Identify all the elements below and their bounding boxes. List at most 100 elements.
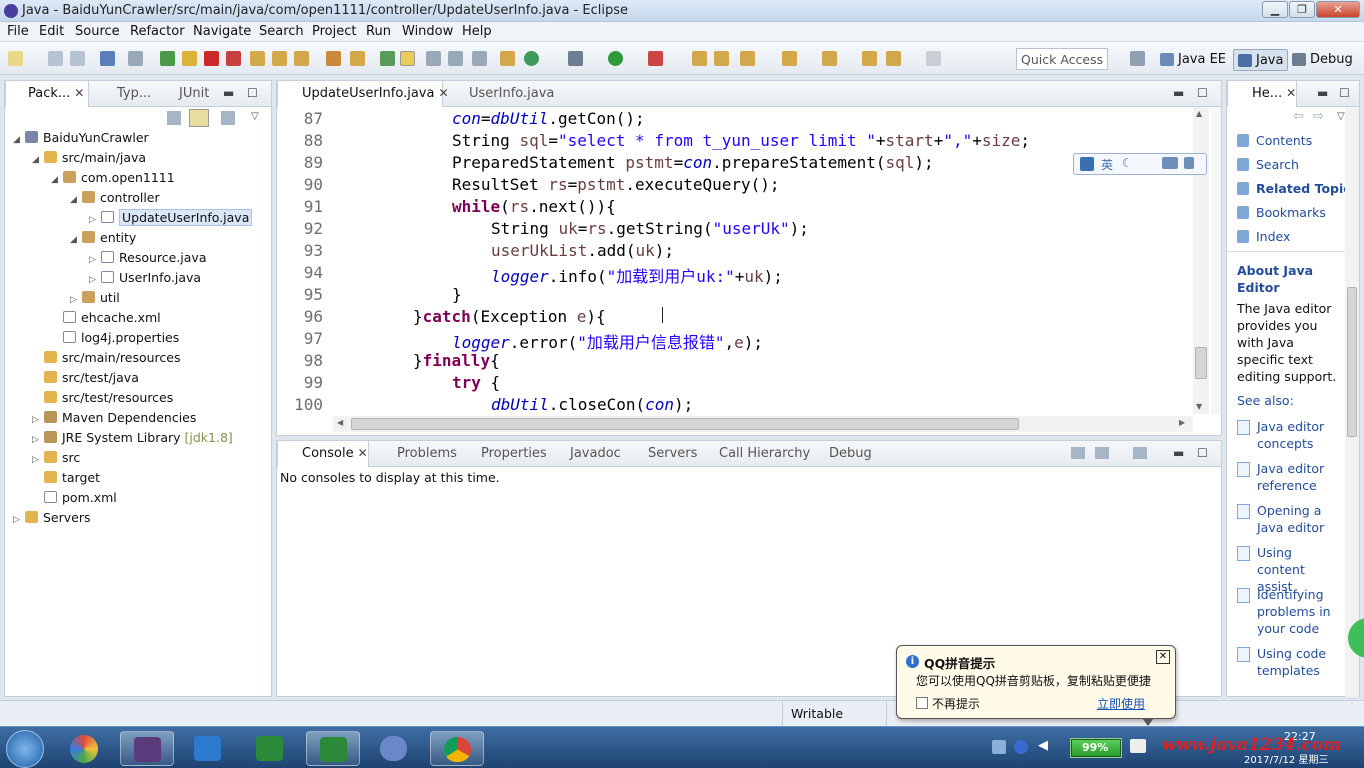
code-line[interactable]: logger.info("加载到用户uk:"+uk);	[491, 263, 783, 287]
expanded-arrow-icon[interactable]: ◢	[70, 191, 82, 209]
open-file-icon[interactable]	[714, 51, 729, 66]
next-annotation-icon[interactable]	[782, 51, 797, 66]
help-topic[interactable]: Opening a Java editor	[1237, 502, 1337, 536]
perspective-java[interactable]: Java	[1233, 49, 1289, 71]
tree-item[interactable]: ▷ util	[70, 289, 120, 307]
code-view[interactable]: 87 con=dbUtil.getCon(); 88 String sql="sele…	[277, 107, 1193, 414]
open-folder-icon[interactable]	[692, 51, 707, 66]
taskbar-app-camtasia[interactable]	[244, 731, 296, 766]
use-now-link[interactable]: 立即使用	[1097, 695, 1145, 712]
expanded-arrow-icon[interactable]: ◢	[51, 171, 63, 189]
highlight-icon[interactable]	[400, 51, 415, 66]
no-remind-checkbox[interactable]	[916, 697, 928, 709]
taskbar-app-chrome[interactable]	[430, 731, 484, 766]
expanded-arrow-icon[interactable]: ◢	[32, 151, 44, 169]
step-into-icon[interactable]	[250, 51, 265, 66]
taskbar-app-camtasia-recorder[interactable]	[306, 731, 360, 766]
maximize-button[interactable]: ❐	[1289, 1, 1315, 18]
tree-item[interactable]: src/main/resources	[32, 349, 180, 367]
suspend-icon[interactable]	[182, 51, 197, 66]
menu-project[interactable]: Project	[312, 24, 356, 39]
new-class-icon[interactable]	[524, 51, 539, 66]
last-edit-icon[interactable]	[862, 51, 877, 66]
run-icon[interactable]	[608, 51, 623, 66]
collapsed-arrow-icon[interactable]: ▷	[70, 291, 82, 309]
taskbar-app-paint[interactable]	[58, 731, 110, 766]
disconnect-icon[interactable]	[226, 51, 241, 66]
code-line[interactable]: String uk=rs.getString("userUk");	[491, 219, 809, 238]
tab-console[interactable]: Console ✕	[277, 441, 369, 467]
tree-item[interactable]: ▷ src	[32, 449, 80, 467]
help-link-contents[interactable]: Contents	[1237, 133, 1312, 148]
code-line[interactable]: ResultSet rs=pstmt.executeQuery();	[452, 175, 780, 194]
tree-item[interactable]: ◢ BaiduYunCrawler	[13, 129, 149, 147]
tab-userinfo[interactable]: UserInfo.java	[449, 81, 554, 107]
tree-item[interactable]: ▷ Resource.java	[89, 249, 207, 267]
collapsed-arrow-icon[interactable]: ▷	[13, 511, 25, 529]
tree-item[interactable]: ▷ UpdateUserInfo.java	[89, 209, 253, 229]
help-topic[interactable]: Java editor concepts	[1237, 418, 1337, 452]
collapsed-arrow-icon[interactable]: ▷	[89, 251, 101, 269]
moon-icon[interactable]: ☾	[1122, 156, 1133, 170]
tree-item[interactable]: ▷ Maven Dependencies	[32, 409, 196, 427]
tree-item[interactable]: ▷ JRE System Library [jdk1.8]	[32, 429, 233, 447]
tree-item[interactable]: ▷ Servers	[13, 509, 91, 527]
link-with-editor-icon[interactable]	[189, 109, 209, 127]
minimize-button[interactable]: ▁	[1262, 1, 1288, 18]
save-icon[interactable]	[48, 51, 63, 66]
code-line[interactable]: try {	[452, 373, 500, 392]
tray-volume-icon[interactable]: ◀	[1038, 738, 1048, 753]
open-task-icon[interactable]	[380, 51, 395, 66]
tab-properties[interactable]: Properties	[463, 441, 547, 467]
view-menu-icon[interactable]: ▽	[251, 111, 259, 122]
help-link-index[interactable]: Index	[1237, 229, 1290, 244]
help-link-bookmarks[interactable]: Bookmarks	[1237, 205, 1326, 220]
collapsed-arrow-icon[interactable]: ▷	[32, 431, 44, 449]
code-line[interactable]: String sql="select * from t_yun_user lim…	[452, 131, 1030, 150]
menu-search[interactable]: Search	[259, 24, 304, 39]
scroll-down-icon[interactable]: ▼	[1196, 402, 1202, 411]
prev-annotation-icon[interactable]	[822, 51, 837, 66]
maximize-icon[interactable]: ☐	[1197, 86, 1208, 100]
pin-console-icon[interactable]	[1071, 447, 1085, 459]
tab-call-hierarchy[interactable]: Call Hierarchy	[701, 441, 810, 467]
tray-power-icon[interactable]	[1130, 739, 1146, 753]
tree-item[interactable]: ◢ com.open1111	[51, 169, 175, 187]
step-return-icon[interactable]	[294, 51, 309, 66]
help-link-related-topics[interactable]: Related Topics	[1237, 181, 1358, 196]
help-scrollbar[interactable]	[1345, 107, 1359, 697]
search-icon[interactable]	[740, 51, 755, 66]
start-button[interactable]	[6, 730, 44, 768]
tab-type-hierarchy[interactable]: Typ...	[97, 81, 151, 107]
close-button[interactable]: ✕	[1316, 1, 1360, 18]
collapsed-arrow-icon[interactable]: ▷	[89, 211, 101, 229]
step-over-icon[interactable]	[272, 51, 287, 66]
horizontal-scroll-thumb[interactable]	[351, 418, 1019, 430]
tree-item[interactable]: src/test/java	[32, 369, 139, 387]
code-line[interactable]: PreparedStatement pstmt=con.prepareState…	[452, 153, 934, 172]
new-package-icon[interactable]	[500, 51, 515, 66]
menu-help[interactable]: Help	[462, 24, 492, 39]
battery-indicator[interactable]: 99%	[1070, 738, 1122, 758]
block-select-icon[interactable]	[426, 51, 441, 66]
tree-item[interactable]: ehcache.xml	[51, 309, 161, 327]
help-link-search[interactable]: Search	[1237, 157, 1299, 172]
collapsed-arrow-icon[interactable]: ▷	[32, 411, 44, 429]
save-all-icon[interactable]	[70, 51, 85, 66]
toggle-mark-icon[interactable]	[350, 51, 365, 66]
tab-junit[interactable]: JUnit	[159, 81, 209, 107]
tray-qq-icon[interactable]	[992, 740, 1006, 754]
maximize-icon[interactable]: ☐	[1197, 446, 1208, 460]
tab-problems[interactable]: Problems	[379, 441, 457, 467]
code-line[interactable]: logger.error("加载用户信息报错",e);	[452, 329, 763, 353]
terminate-icon[interactable]	[204, 51, 219, 66]
tree-item[interactable]: target	[32, 469, 100, 487]
scroll-up-icon[interactable]: ▲	[1196, 109, 1202, 118]
tray-help-icon[interactable]	[1014, 740, 1028, 754]
expanded-arrow-icon[interactable]: ◢	[70, 231, 82, 249]
code-line[interactable]: userUkList.add(uk);	[491, 241, 674, 260]
close-icon[interactable]: ✕	[74, 86, 84, 100]
tree-item[interactable]: ◢ entity	[70, 229, 136, 247]
menu-source[interactable]: Source	[75, 24, 120, 39]
minimize-icon[interactable]: ▬	[1173, 446, 1184, 460]
